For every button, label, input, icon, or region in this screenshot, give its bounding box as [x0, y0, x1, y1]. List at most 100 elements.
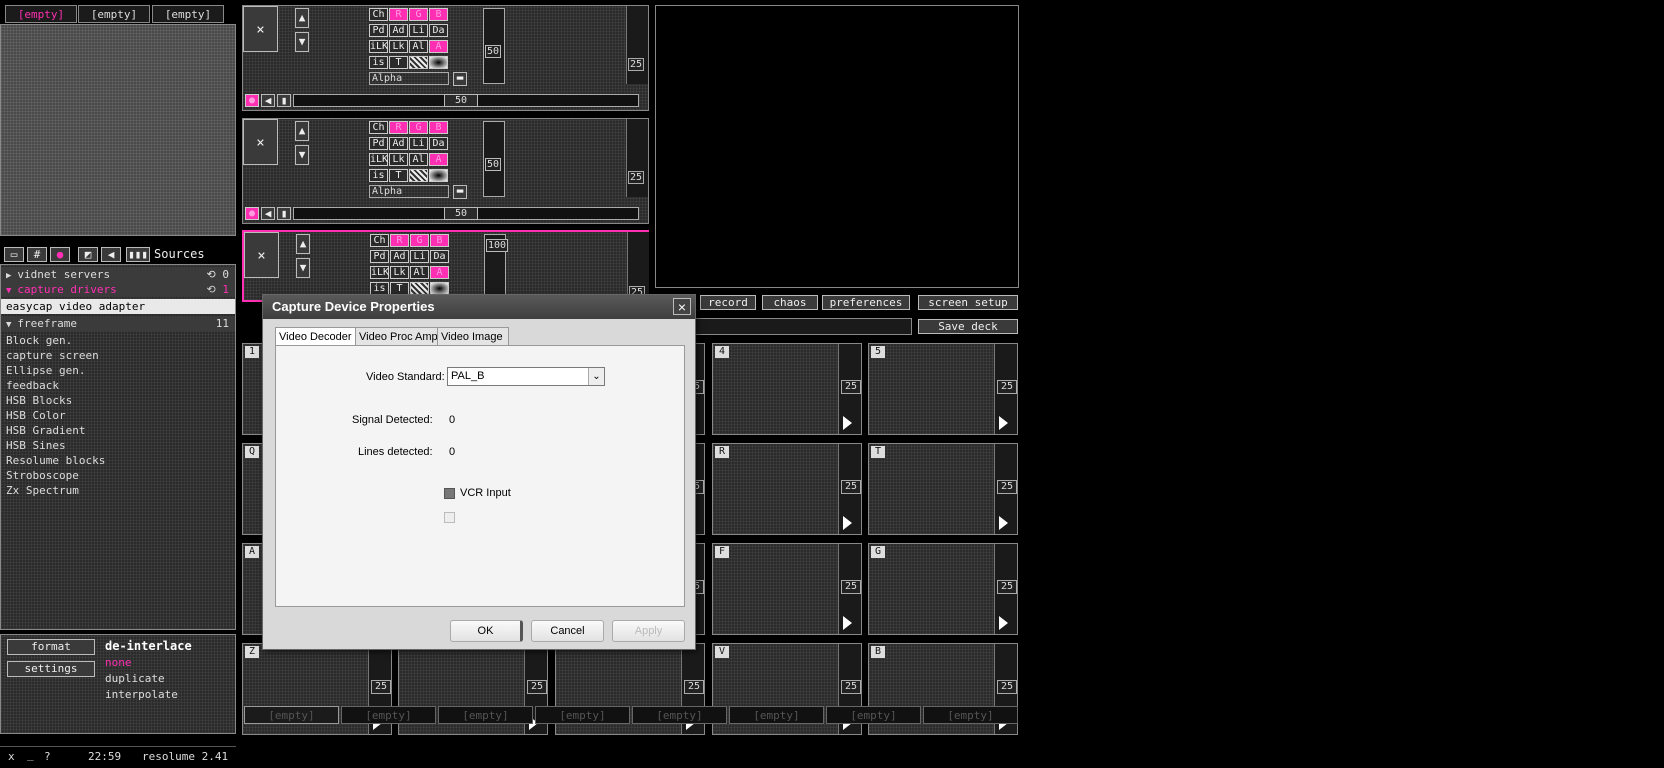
deinterlace-option-interpolate[interactable]: interpolate — [105, 688, 178, 701]
close-icon[interactable]: x — [8, 750, 15, 763]
deck-tab[interactable]: [empty] — [341, 706, 436, 724]
preferences-button[interactable]: preferences — [822, 295, 910, 310]
list-item[interactable]: HSB Gradient — [1, 423, 235, 438]
list-item[interactable]: Resolume blocks — [1, 453, 235, 468]
chevron-up-icon[interactable]: ▲ — [295, 8, 309, 28]
layer-mode-button[interactable]: Ch — [369, 121, 388, 134]
opacity-slider[interactable]: 50 — [483, 121, 505, 197]
top-tab-1[interactable]: [empty] — [5, 5, 77, 23]
list-item[interactable]: HSB Color — [1, 408, 235, 423]
deinterlace-option-none[interactable]: none — [105, 656, 132, 669]
layer-mode-button[interactable]: A — [429, 40, 448, 53]
refresh-icon[interactable]: ⟲ — [207, 283, 216, 296]
deck-tab[interactable]: [empty] — [923, 706, 1018, 724]
clip-slot[interactable]: F 25 — [712, 543, 862, 635]
chevron-down-icon[interactable]: ▼ — [295, 32, 309, 52]
layer-mode-button[interactable]: G — [409, 8, 428, 21]
play-icon[interactable] — [843, 516, 852, 530]
layer-mode-button[interactable]: iLK — [369, 40, 388, 53]
layer-side-track[interactable]: 25 — [626, 6, 648, 84]
layer-mode-button[interactable]: R — [389, 8, 408, 21]
crossfader-slider[interactable]: 50 — [293, 94, 639, 107]
layer-mode-button[interactable]: is — [369, 56, 388, 69]
minus-icon[interactable]: ▬ — [453, 185, 467, 199]
layer-mode-button[interactable]: B — [429, 8, 448, 21]
layer-mode-button[interactable]: Da — [429, 137, 448, 150]
pattern-icon[interactable] — [409, 56, 428, 69]
play-icon[interactable] — [999, 416, 1008, 430]
layer-mode-button[interactable]: Ad — [390, 250, 409, 263]
sequence-icon[interactable]: ▮ — [277, 94, 291, 107]
deinterlace-option-duplicate[interactable]: duplicate — [105, 672, 165, 685]
sound-icon[interactable]: ◀ — [261, 94, 275, 107]
settings-button[interactable]: settings — [7, 661, 95, 677]
sequence-icon[interactable]: ▮▮▮ — [126, 247, 150, 262]
capture-icon[interactable]: ● — [50, 247, 70, 262]
layer-mode-button[interactable]: Li — [410, 250, 429, 263]
help-icon[interactable]: ? — [44, 750, 51, 763]
opacity-slider[interactable]: 100 — [484, 234, 509, 302]
layer-mode-button[interactable]: iLK — [370, 266, 389, 279]
layer-mode-button[interactable]: B — [430, 234, 449, 247]
deck-tab[interactable]: [empty] — [632, 706, 727, 724]
crossfader-slider[interactable]: 50 — [293, 207, 639, 220]
pattern-icon[interactable] — [409, 169, 428, 182]
refresh-icon[interactable]: ⟲ — [207, 268, 216, 281]
list-item-easycap[interactable]: easycap video adapter — [1, 299, 235, 314]
layer-mode-button[interactable]: Lk — [389, 153, 408, 166]
layer-mode-button[interactable]: iLK — [369, 153, 388, 166]
clip-slot[interactable]: 5 25 — [868, 343, 1018, 435]
deck-tab[interactable]: [empty] — [438, 706, 533, 724]
record-icon[interactable]: ● — [245, 207, 259, 220]
layer-clear-button[interactable]: × — [243, 6, 278, 52]
dialog-titlebar[interactable]: Capture Device Properties × — [263, 295, 695, 319]
layer-side-track[interactable]: 25 — [626, 119, 648, 197]
layer-mode-button[interactable]: T — [389, 169, 408, 182]
layer-mode-button[interactable]: Lk — [390, 266, 409, 279]
sound-icon[interactable]: ◀ — [101, 247, 121, 262]
clip-slot[interactable]: 4 25 — [712, 343, 862, 435]
save-deck-button[interactable]: Save deck — [918, 319, 1018, 334]
clip-slot[interactable]: R 25 — [712, 443, 862, 535]
minimize-icon[interactable]: _ — [27, 748, 34, 761]
deck-tab[interactable]: [empty] — [535, 706, 630, 724]
chevron-up-icon[interactable]: ▲ — [296, 234, 310, 254]
list-item-vidnet-servers[interactable]: ▶ vidnet servers ⟲ 0 — [1, 267, 235, 282]
layer-mode-button[interactable]: Ch — [370, 234, 389, 247]
chaos-button[interactable]: chaos — [762, 295, 818, 310]
layer-mode-button[interactable]: R — [389, 121, 408, 134]
video-standard-select[interactable]: PAL_B ⌄ — [447, 367, 605, 386]
play-icon[interactable] — [843, 416, 852, 430]
list-item[interactable]: capture screen — [1, 348, 235, 363]
deck-tab[interactable]: [empty] — [729, 706, 824, 724]
list-item[interactable]: HSB Blocks — [1, 393, 235, 408]
format-button[interactable]: format — [7, 639, 95, 655]
layer-mode-button[interactable]: Lk — [389, 40, 408, 53]
layer-side-track[interactable]: 25 — [627, 232, 649, 302]
list-item-capture-drivers[interactable]: ▼ capture drivers ⟲ 1 — [1, 282, 235, 297]
layer-mode-button[interactable]: Pd — [370, 250, 389, 263]
play-icon[interactable] — [999, 516, 1008, 530]
layer-mode-button[interactable]: Da — [430, 250, 449, 263]
layer-mode-button[interactable]: A — [430, 266, 449, 279]
gradient-icon[interactable] — [429, 56, 448, 69]
layer-mode-button[interactable]: Pd — [369, 137, 388, 150]
opacity-slider[interactable]: 50 — [483, 8, 505, 84]
layer-mode-button[interactable]: R — [390, 234, 409, 247]
tab-video-proc-amp[interactable]: Video Proc Amp — [355, 327, 443, 346]
layer-mode-button[interactable]: Al — [409, 40, 428, 53]
layer-mode-button[interactable]: Pd — [369, 24, 388, 37]
deck-name-field[interactable] — [680, 318, 912, 335]
top-tab-2[interactable]: [empty] — [78, 5, 150, 23]
clip-slot[interactable]: T 25 — [868, 443, 1018, 535]
layer-mode-button[interactable]: Al — [410, 266, 429, 279]
deck-tab[interactable]: [empty] — [244, 706, 339, 724]
layer-mode-button[interactable]: Li — [409, 137, 428, 150]
cancel-button[interactable]: Cancel — [531, 620, 604, 642]
list-item-freeframe[interactable]: ▼ freeframe 11 — [1, 316, 235, 331]
vcr-input-label[interactable]: VCR Input — [460, 487, 511, 499]
play-icon[interactable] — [843, 616, 852, 630]
layer-mode-button[interactable]: G — [410, 234, 429, 247]
list-item[interactable]: Block gen. — [1, 333, 235, 348]
list-item[interactable]: Stroboscope — [1, 468, 235, 483]
